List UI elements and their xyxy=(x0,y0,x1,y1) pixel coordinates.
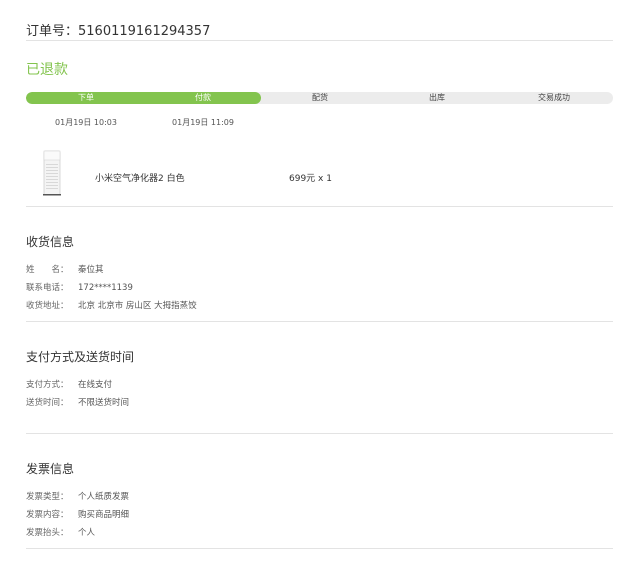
step-order-placed: 下单 xyxy=(78,93,94,102)
invoice-content-value: 购买商品明细 xyxy=(78,510,130,520)
delivery-time-row: 送货时间： 不限送货时间 xyxy=(26,396,129,408)
invoice-type-value: 个人纸质发票 xyxy=(78,492,130,502)
invoice-header-value: 个人 xyxy=(78,528,96,538)
invoice-section-title: 发票信息 xyxy=(26,462,75,476)
payment-section-title: 支付方式及送货时间 xyxy=(26,350,135,364)
divider xyxy=(26,321,613,322)
order-status: 已退款 xyxy=(26,62,68,78)
invoice-header-label: 发票抬头： xyxy=(26,528,69,538)
step-time-order: 01月19日 10:03 xyxy=(55,118,117,127)
divider xyxy=(26,40,613,41)
invoice-content-label: 发票内容： xyxy=(26,510,69,520)
recipient-phone-value: 172****1139 xyxy=(78,283,133,293)
divider xyxy=(26,548,613,549)
recipient-name-row: 姓 名： 秦位其 xyxy=(26,263,104,275)
product-name[interactable]: 小米空气净化器2 白色 xyxy=(95,171,185,184)
recipient-phone-row: 联系电话： 172****1139 xyxy=(26,281,133,293)
recipient-name-label: 姓 名： xyxy=(26,265,69,275)
product-price-quantity: 699元 x 1 xyxy=(289,174,332,184)
step-time-payment: 01月19日 11:09 xyxy=(172,118,234,127)
delivery-time-value: 不限送货时间 xyxy=(78,398,130,408)
invoice-type-label: 发票类型： xyxy=(26,492,69,502)
divider xyxy=(26,433,613,434)
recipient-phone-label: 联系电话： xyxy=(26,283,69,293)
invoice-content-row: 发票内容： 购买商品明细 xyxy=(26,508,129,520)
delivery-time-label: 送货时间： xyxy=(26,398,69,408)
step-picking: 配货 xyxy=(312,93,328,102)
order-number: 订单号：5160119161294357 xyxy=(26,24,211,39)
step-shipped: 出库 xyxy=(429,93,445,102)
recipient-address-label: 收货地址： xyxy=(26,301,69,311)
payment-method-value: 在线支付 xyxy=(78,380,113,390)
divider xyxy=(26,206,613,207)
payment-method-row: 支付方式： 在线支付 xyxy=(26,378,112,390)
invoice-header-row: 发票抬头： 个人 xyxy=(26,526,95,538)
recipient-address-row: 收货地址： 北京 北京市 房山区 大拇指蒸饺 xyxy=(26,299,197,311)
step-completed: 交易成功 xyxy=(538,93,570,102)
recipient-address-value: 北京 北京市 房山区 大拇指蒸饺 xyxy=(78,301,197,311)
invoice-type-row: 发票类型： 个人纸质发票 xyxy=(26,490,129,502)
air-purifier-image[interactable] xyxy=(38,150,66,196)
payment-method-label: 支付方式： xyxy=(26,380,69,390)
step-paid: 付款 xyxy=(195,93,211,102)
recipient-name-value: 秦位其 xyxy=(78,265,104,275)
delivery-section-title: 收货信息 xyxy=(26,235,75,249)
